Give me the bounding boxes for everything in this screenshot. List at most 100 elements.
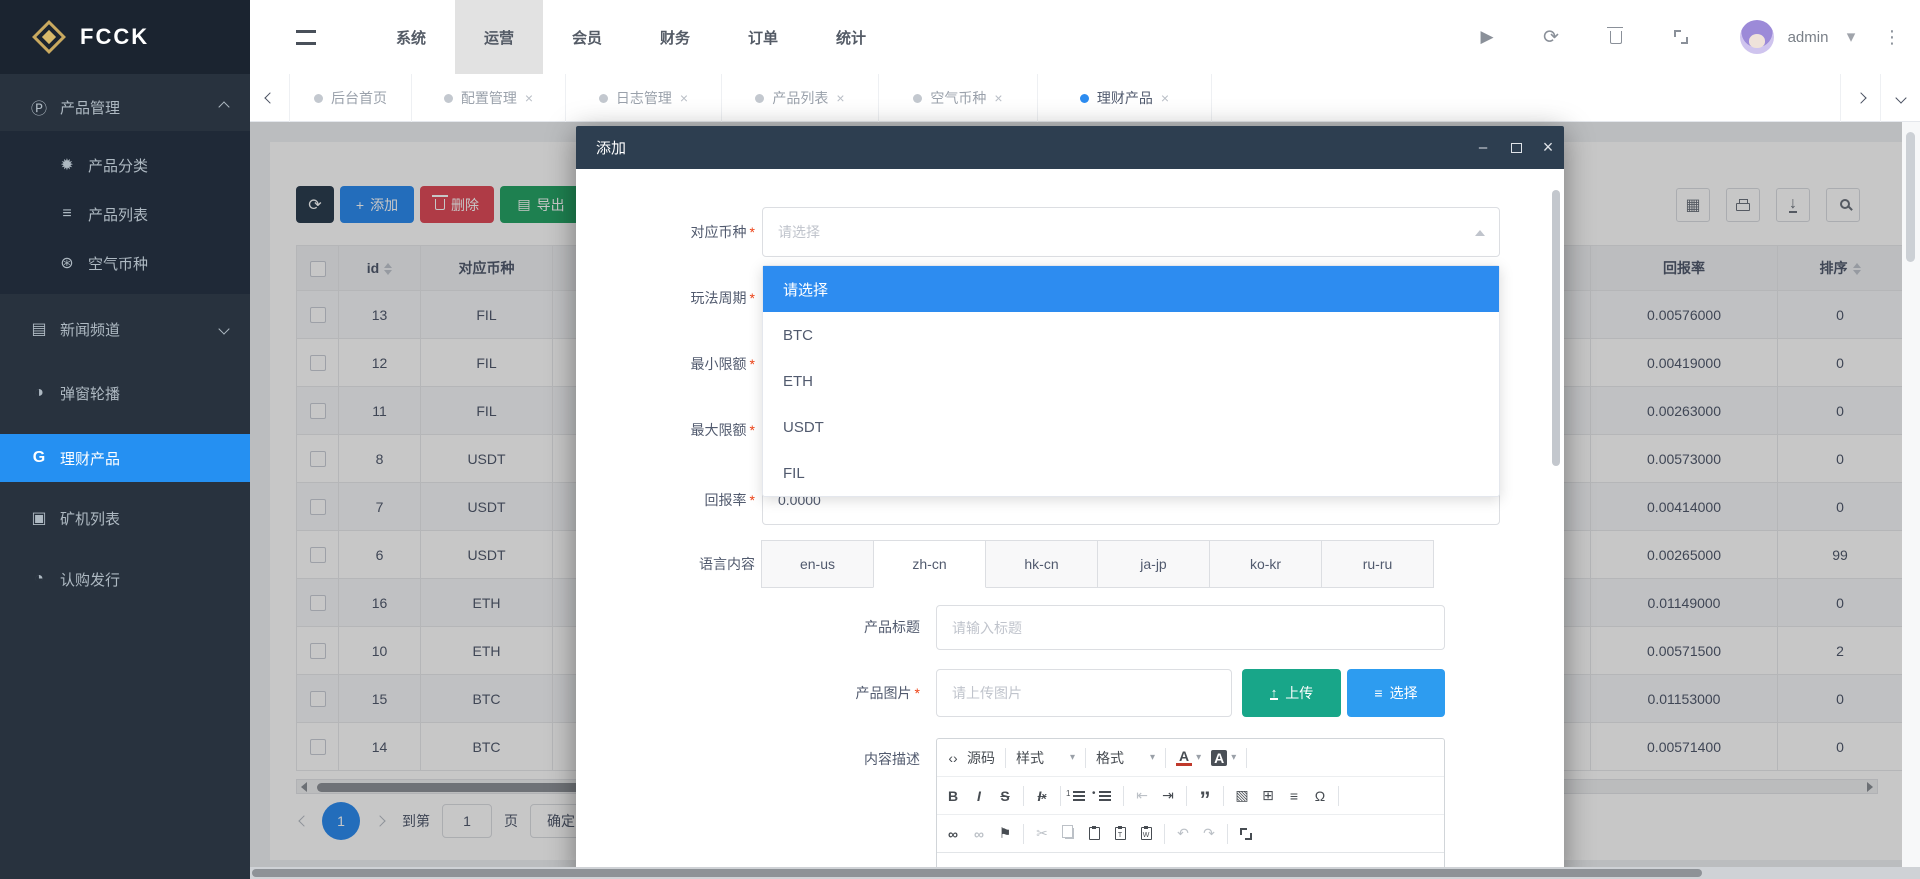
gear-burst-icon: ✹ xyxy=(56,155,78,175)
minimize-icon[interactable]: – xyxy=(1468,126,1498,169)
bullet-list-icon[interactable] xyxy=(1097,791,1113,801)
window-horizontal-scrollbar[interactable] xyxy=(250,867,1920,879)
lang-tab-ru-ru[interactable]: ru-ru xyxy=(1321,540,1434,588)
nav-item-member[interactable]: 会员 xyxy=(543,0,631,74)
trash-icon[interactable] xyxy=(1596,0,1636,74)
dropdown-option[interactable]: FIL xyxy=(763,450,1499,496)
list-icon: ≡ xyxy=(56,205,78,223)
image-icon[interactable]: ▧ xyxy=(1234,787,1250,804)
currency-dropdown: 请选择 BTC ETH USDT FIL xyxy=(762,265,1500,497)
close-icon[interactable]: × xyxy=(1533,126,1563,169)
strikethrough-icon[interactable]: S xyxy=(997,788,1013,804)
fullscreen-icon[interactable] xyxy=(1661,0,1701,74)
anchor-flag-icon[interactable]: ⚑ xyxy=(997,825,1013,842)
tabs-scroll-right[interactable] xyxy=(1840,74,1880,122)
field-label-image: 产品图片* xyxy=(770,669,920,717)
sidebar-item-label: 产品管理 xyxy=(60,97,120,118)
product-title-input[interactable] xyxy=(936,605,1445,650)
choose-button[interactable]: ≡ 选择 xyxy=(1347,669,1445,717)
lang-tab-hk-cn[interactable]: hk-cn xyxy=(985,540,1098,588)
tab-dot-icon xyxy=(913,94,922,103)
paste-icon[interactable] xyxy=(1086,827,1102,840)
upload-button[interactable]: ↑ 上传 xyxy=(1242,669,1341,717)
tab-close-icon[interactable]: × xyxy=(525,90,533,106)
special-char-icon[interactable]: Ω xyxy=(1312,788,1328,804)
field-label-currency: 对应币种* xyxy=(605,207,755,257)
tabs-dropdown[interactable] xyxy=(1880,74,1920,122)
page-vertical-scrollbar[interactable] xyxy=(1902,122,1920,879)
dialog-scrollbar[interactable] xyxy=(1552,190,1560,466)
refresh-icon[interactable]: ⟳ xyxy=(1531,0,1571,74)
dropdown-option[interactable]: BTC xyxy=(763,312,1499,358)
blockquote-icon[interactable]: ” xyxy=(1197,787,1213,805)
text-color-icon[interactable]: A xyxy=(1176,749,1192,766)
sidebar-item-label: 弹窗轮播 xyxy=(60,383,120,404)
tab-product-list[interactable]: 产品列表× xyxy=(722,74,879,122)
horizontal-rule-icon[interactable]: ≡ xyxy=(1286,788,1302,804)
nav-item-order[interactable]: 订单 xyxy=(719,0,807,74)
tab-logs[interactable]: 日志管理× xyxy=(566,74,722,122)
link-icon[interactable]: ∞ xyxy=(945,826,961,842)
scrollbar-thumb[interactable] xyxy=(1906,132,1915,262)
avatar[interactable] xyxy=(1740,20,1774,54)
list-icon: ≡ xyxy=(1374,685,1382,701)
select-caret-icon xyxy=(1475,230,1485,236)
sidebar-item-subscribe-issue[interactable]: ◔ 认购发行 xyxy=(0,555,250,603)
sidebar-item-miner-list[interactable]: ▣ 矿机列表 xyxy=(0,494,250,542)
tab-close-icon[interactable]: × xyxy=(994,90,1002,106)
dropdown-option[interactable]: USDT xyxy=(763,404,1499,450)
tab-home[interactable]: 后台首页 xyxy=(290,74,412,122)
lang-tab-zh-cn[interactable]: zh-cn xyxy=(873,540,986,588)
table-icon[interactable]: ⊞ xyxy=(1260,787,1276,804)
sidebar-item-news-channel[interactable]: ▤ 新闻频道 xyxy=(0,305,250,353)
nav-item-system[interactable]: 系统 xyxy=(367,0,455,74)
sidebar-item-product-list[interactable]: ≡ 产品列表 xyxy=(0,190,250,238)
logo: FCCK xyxy=(0,0,250,74)
bg-color-icon[interactable]: A xyxy=(1211,750,1227,766)
styles-combo[interactable]: 样式▾ xyxy=(1016,748,1075,768)
dropdown-option[interactable]: 请选择 xyxy=(763,266,1499,312)
nav-item-finance[interactable]: 财务 xyxy=(631,0,719,74)
play-icon[interactable]: ▶ xyxy=(1467,0,1507,74)
sidebar-item-product-manage[interactable]: Ⓟ 产品管理 xyxy=(0,83,250,131)
paste-word-icon[interactable]: W xyxy=(1138,827,1154,840)
sidebar-item-popup-carousel[interactable]: ◑ 弹窗轮播 xyxy=(0,369,250,417)
nav-item-operation[interactable]: 运营 xyxy=(455,0,543,74)
redo-icon: ↷ xyxy=(1201,825,1217,842)
cut-icon: ✂ xyxy=(1034,825,1050,842)
user-menu[interactable]: admin xyxy=(1778,0,1838,74)
format-combo[interactable]: 格式▾ xyxy=(1096,748,1155,768)
lang-tab-ko-kr[interactable]: ko-kr xyxy=(1209,540,1322,588)
source-label[interactable]: 源码 xyxy=(967,748,995,768)
dialog-header[interactable]: 添加 xyxy=(576,126,1564,169)
tab-close-icon[interactable]: × xyxy=(1161,90,1169,106)
lang-tab-en-us[interactable]: en-us xyxy=(761,540,874,588)
ordered-list-icon[interactable] xyxy=(1071,791,1087,801)
tab-config[interactable]: 配置管理× xyxy=(412,74,566,122)
sidebar-item-finance-product[interactable]: G 理财产品 xyxy=(0,434,250,482)
maximize-icon[interactable] xyxy=(1501,126,1531,169)
currency-select[interactable]: 请选择 xyxy=(762,207,1500,257)
tab-air-coin[interactable]: 空气币种× xyxy=(879,74,1038,122)
indent-icon[interactable]: ⇥ xyxy=(1160,787,1176,804)
scrollbar-thumb[interactable] xyxy=(252,869,1702,877)
more-vertical-icon[interactable]: ⋮ xyxy=(1880,0,1904,74)
tab-bar: 后台首页 配置管理× 日志管理× 产品列表× 空气币种× 理财产品× xyxy=(250,74,1920,122)
product-image-input[interactable] xyxy=(936,669,1232,717)
dropdown-option[interactable]: ETH xyxy=(763,358,1499,404)
italic-icon[interactable]: I xyxy=(971,788,987,804)
sidebar-item-product-category[interactable]: ✹ 产品分类 xyxy=(0,141,250,189)
nav-item-statistics[interactable]: 统计 xyxy=(807,0,895,74)
paste-text-icon[interactable]: T xyxy=(1112,827,1128,840)
field-label-rate: 回报率* xyxy=(605,475,755,525)
tab-finance-product[interactable]: 理财产品× xyxy=(1038,74,1212,122)
maximize-editor-icon[interactable] xyxy=(1238,828,1254,840)
lang-tab-ja-jp[interactable]: ja-jp xyxy=(1097,540,1210,588)
remove-format-icon[interactable]: Ix xyxy=(1034,788,1050,804)
bold-icon[interactable]: B xyxy=(945,788,961,804)
tab-close-icon[interactable]: × xyxy=(680,90,688,106)
tab-close-icon[interactable]: × xyxy=(836,90,844,106)
source-icon[interactable]: ‹› xyxy=(945,750,961,766)
tabs-scroll-left[interactable] xyxy=(250,74,290,122)
sidebar-item-air-coin[interactable]: ⊛ 空气币种 xyxy=(0,239,250,287)
